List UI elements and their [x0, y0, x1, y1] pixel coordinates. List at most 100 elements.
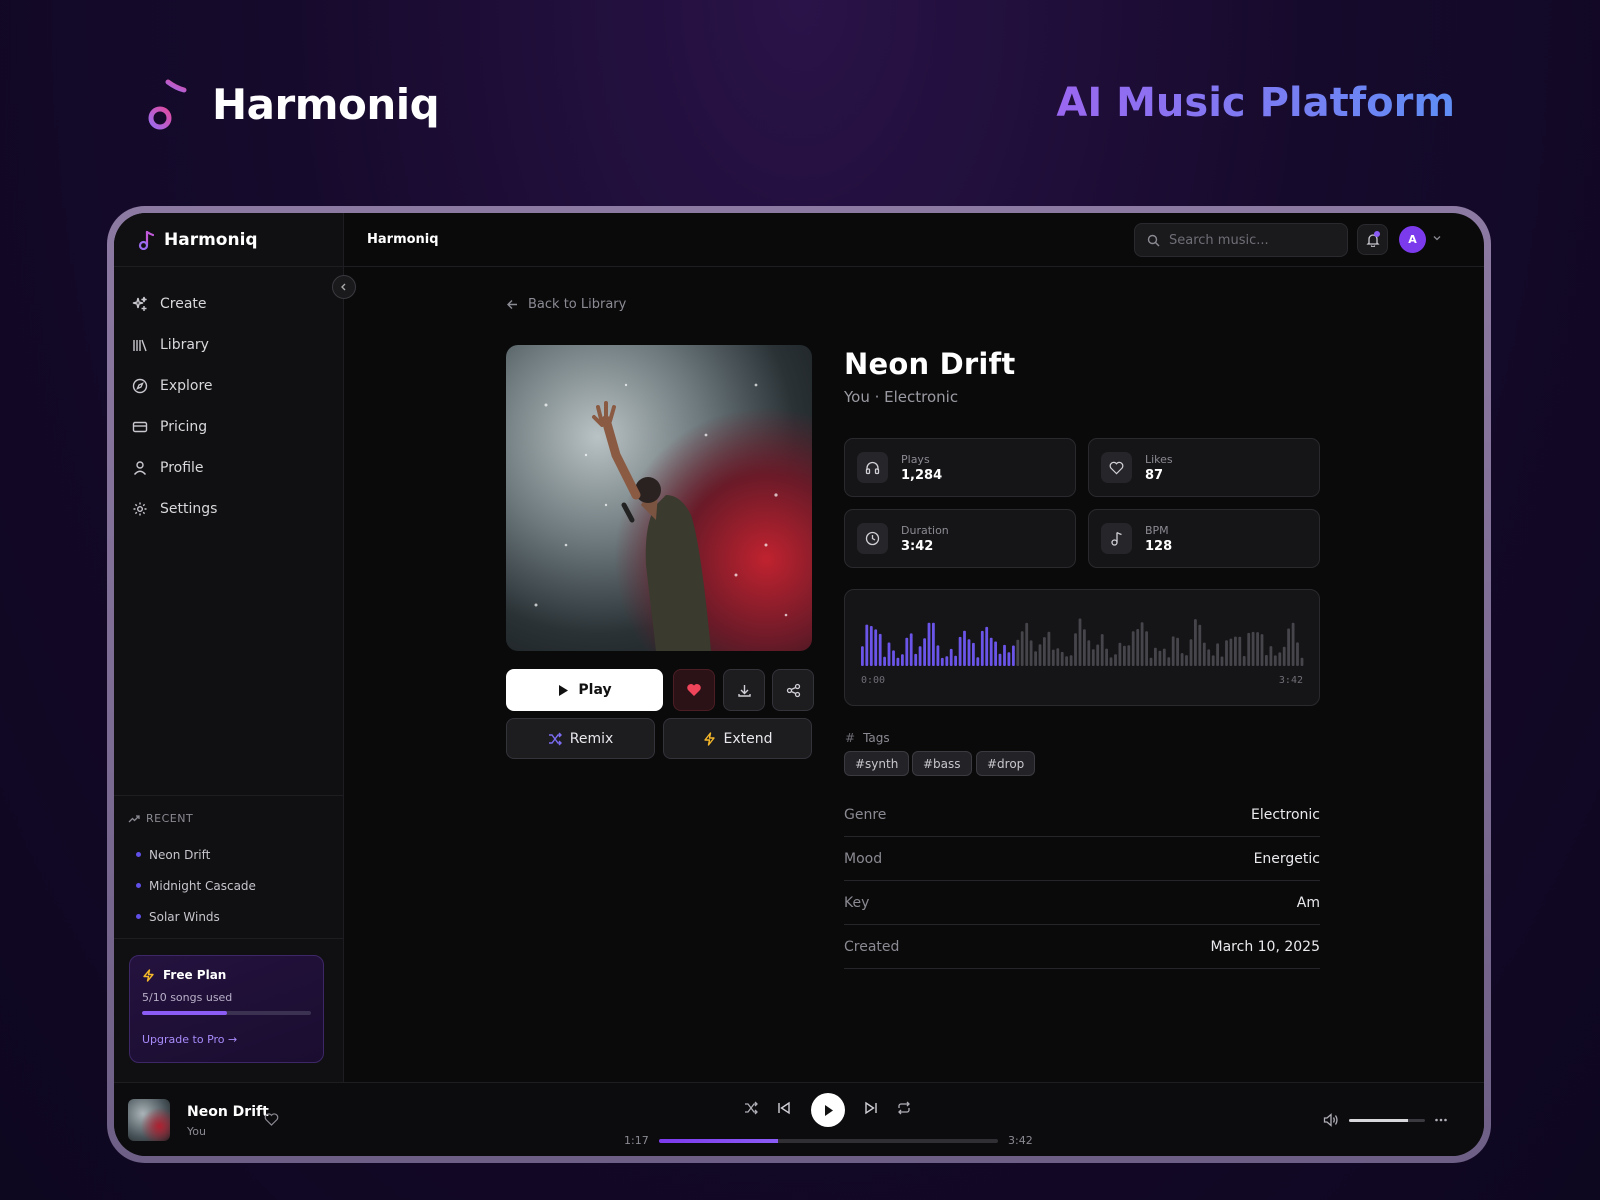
page-title: Harmoniq — [367, 232, 439, 247]
top-bar: Harmoniq A — [344, 213, 1484, 267]
volume-slider[interactable] — [1349, 1119, 1425, 1122]
hash-icon: # — [845, 731, 856, 745]
waveform-bar — [1087, 640, 1091, 666]
playback-progress-bar[interactable] — [659, 1139, 998, 1143]
library-icon — [133, 339, 147, 351]
now-playing-thumbnail — [128, 1099, 170, 1141]
hero-tagline: AI Music Platform — [1056, 80, 1455, 126]
waveform-bar — [1282, 646, 1286, 666]
waveform-bar — [1043, 637, 1046, 666]
stat-icon-box — [857, 523, 888, 554]
remix-button[interactable]: Remix — [506, 718, 655, 759]
tag-chip[interactable]: #synth — [844, 751, 910, 776]
tag-chip[interactable]: #bass — [912, 751, 972, 776]
now-playing-artist: You — [187, 1125, 206, 1138]
back-to-library-link[interactable]: Back to Library — [506, 297, 626, 312]
waveform-bar — [1211, 655, 1215, 666]
stat-label: Duration — [901, 523, 949, 537]
waveform-bar — [1247, 632, 1251, 666]
stat-icon-box — [857, 452, 888, 483]
sidebar-item-create[interactable]: Create — [114, 283, 344, 324]
next-icon[interactable] — [864, 1101, 878, 1115]
sidebar-item-pricing[interactable]: Pricing — [114, 406, 344, 447]
collapse-sidebar-button[interactable] — [332, 275, 356, 299]
chevron-left-icon — [341, 283, 346, 291]
waveform-bar — [972, 642, 975, 666]
download-button[interactable] — [723, 669, 765, 711]
chevron-down-icon[interactable] — [1432, 233, 1442, 243]
meta-key: Key — [844, 894, 870, 911]
upgrade-link[interactable]: Upgrade to Pro → — [142, 1033, 311, 1046]
waveform-bar — [980, 630, 984, 666]
notification-badge — [1374, 231, 1380, 237]
meta-value: March 10, 2025 — [1210, 938, 1320, 955]
stat-card-plays: Plays 1,284 — [844, 438, 1076, 497]
volume-icon[interactable] — [1323, 1113, 1339, 1127]
waveform-bar — [901, 654, 904, 666]
sidebar-item-label: Pricing — [160, 418, 208, 435]
waveform-bar — [878, 633, 882, 666]
waveform-bar — [1216, 643, 1219, 666]
list-item[interactable]: Solar Winds — [128, 901, 344, 932]
stat-card-bpm: BPM 128 — [1088, 509, 1320, 568]
list-item[interactable]: Neon Drift — [128, 839, 344, 870]
waveform-panel[interactable]: 0:00 3:42 — [844, 589, 1320, 706]
plan-title: Free Plan — [142, 968, 311, 982]
stat-card-duration: Duration 3:42 — [844, 509, 1076, 568]
previous-icon[interactable] — [777, 1101, 791, 1115]
waveform-bar — [1109, 657, 1113, 666]
like-button[interactable] — [673, 669, 715, 711]
waveform-bar — [1234, 636, 1237, 666]
waveform-bar — [1291, 622, 1295, 666]
waveform-bar — [1202, 642, 1206, 666]
heart-icon[interactable] — [264, 1113, 279, 1126]
waveform-bar — [976, 657, 980, 666]
extend-button[interactable]: Extend — [663, 718, 812, 759]
gear-icon — [133, 502, 147, 515]
plan-card: Free Plan 5/10 songs used Upgrade to Pro… — [129, 955, 324, 1063]
repeat-icon[interactable] — [897, 1101, 911, 1115]
play-label: Play — [578, 682, 612, 698]
sidebar-brand[interactable]: Harmoniq — [114, 213, 343, 267]
waveform-bar — [874, 629, 878, 666]
waveform-bar — [896, 657, 900, 666]
list-item[interactable]: Midnight Cascade — [128, 870, 344, 901]
waveform-start-time: 0:00 — [861, 675, 886, 686]
tag-chip[interactable]: #drop — [976, 751, 1036, 776]
waveform-bar — [1185, 655, 1188, 666]
sidebar-item-explore[interactable]: Explore — [114, 365, 344, 406]
recent-item-label: Solar Winds — [149, 909, 220, 924]
sparkle-icon — [132, 296, 147, 311]
player-play-button[interactable] — [811, 1093, 845, 1127]
search-input[interactable] — [1169, 232, 1339, 248]
hero-logo: Harmoniq — [146, 78, 440, 130]
share-button[interactable] — [772, 669, 814, 711]
back-label: Back to Library — [528, 297, 627, 312]
meta-row-genre: Genre Electronic — [844, 793, 1320, 837]
download-icon — [737, 684, 751, 697]
shuffle-icon — [548, 732, 562, 745]
recent-heading: RECENT — [128, 812, 344, 825]
now-playing-title: Neon Drift — [187, 1104, 269, 1120]
album-cover-image — [506, 345, 812, 651]
sidebar-item-label: Profile — [160, 459, 204, 476]
meta-value: Electronic — [1250, 806, 1320, 823]
sidebar-nav: Create Library Explore Pricing Profile S… — [114, 283, 344, 529]
waveform-bar — [861, 646, 864, 666]
waveform-bar — [1136, 629, 1140, 666]
sidebar-item-profile[interactable]: Profile — [114, 447, 344, 488]
plan-title-label: Free Plan — [163, 968, 227, 982]
waveform-bar — [923, 638, 926, 666]
waveform-bar — [954, 655, 957, 666]
play-button[interactable]: Play — [506, 669, 663, 711]
plan-usage: 5/10 songs used — [142, 991, 233, 1004]
meta-row-key: Key Am — [844, 881, 1320, 925]
avatar[interactable]: A — [1399, 226, 1426, 253]
more-options-icon[interactable] — [1434, 1113, 1448, 1127]
plan-progress-fill — [142, 1011, 227, 1015]
sidebar-item-settings[interactable]: Settings — [114, 488, 344, 529]
shuffle-icon[interactable] — [744, 1101, 758, 1115]
waveform[interactable] — [861, 616, 1305, 666]
sidebar-item-library[interactable]: Library — [114, 324, 344, 365]
notifications-button[interactable] — [1357, 224, 1388, 255]
